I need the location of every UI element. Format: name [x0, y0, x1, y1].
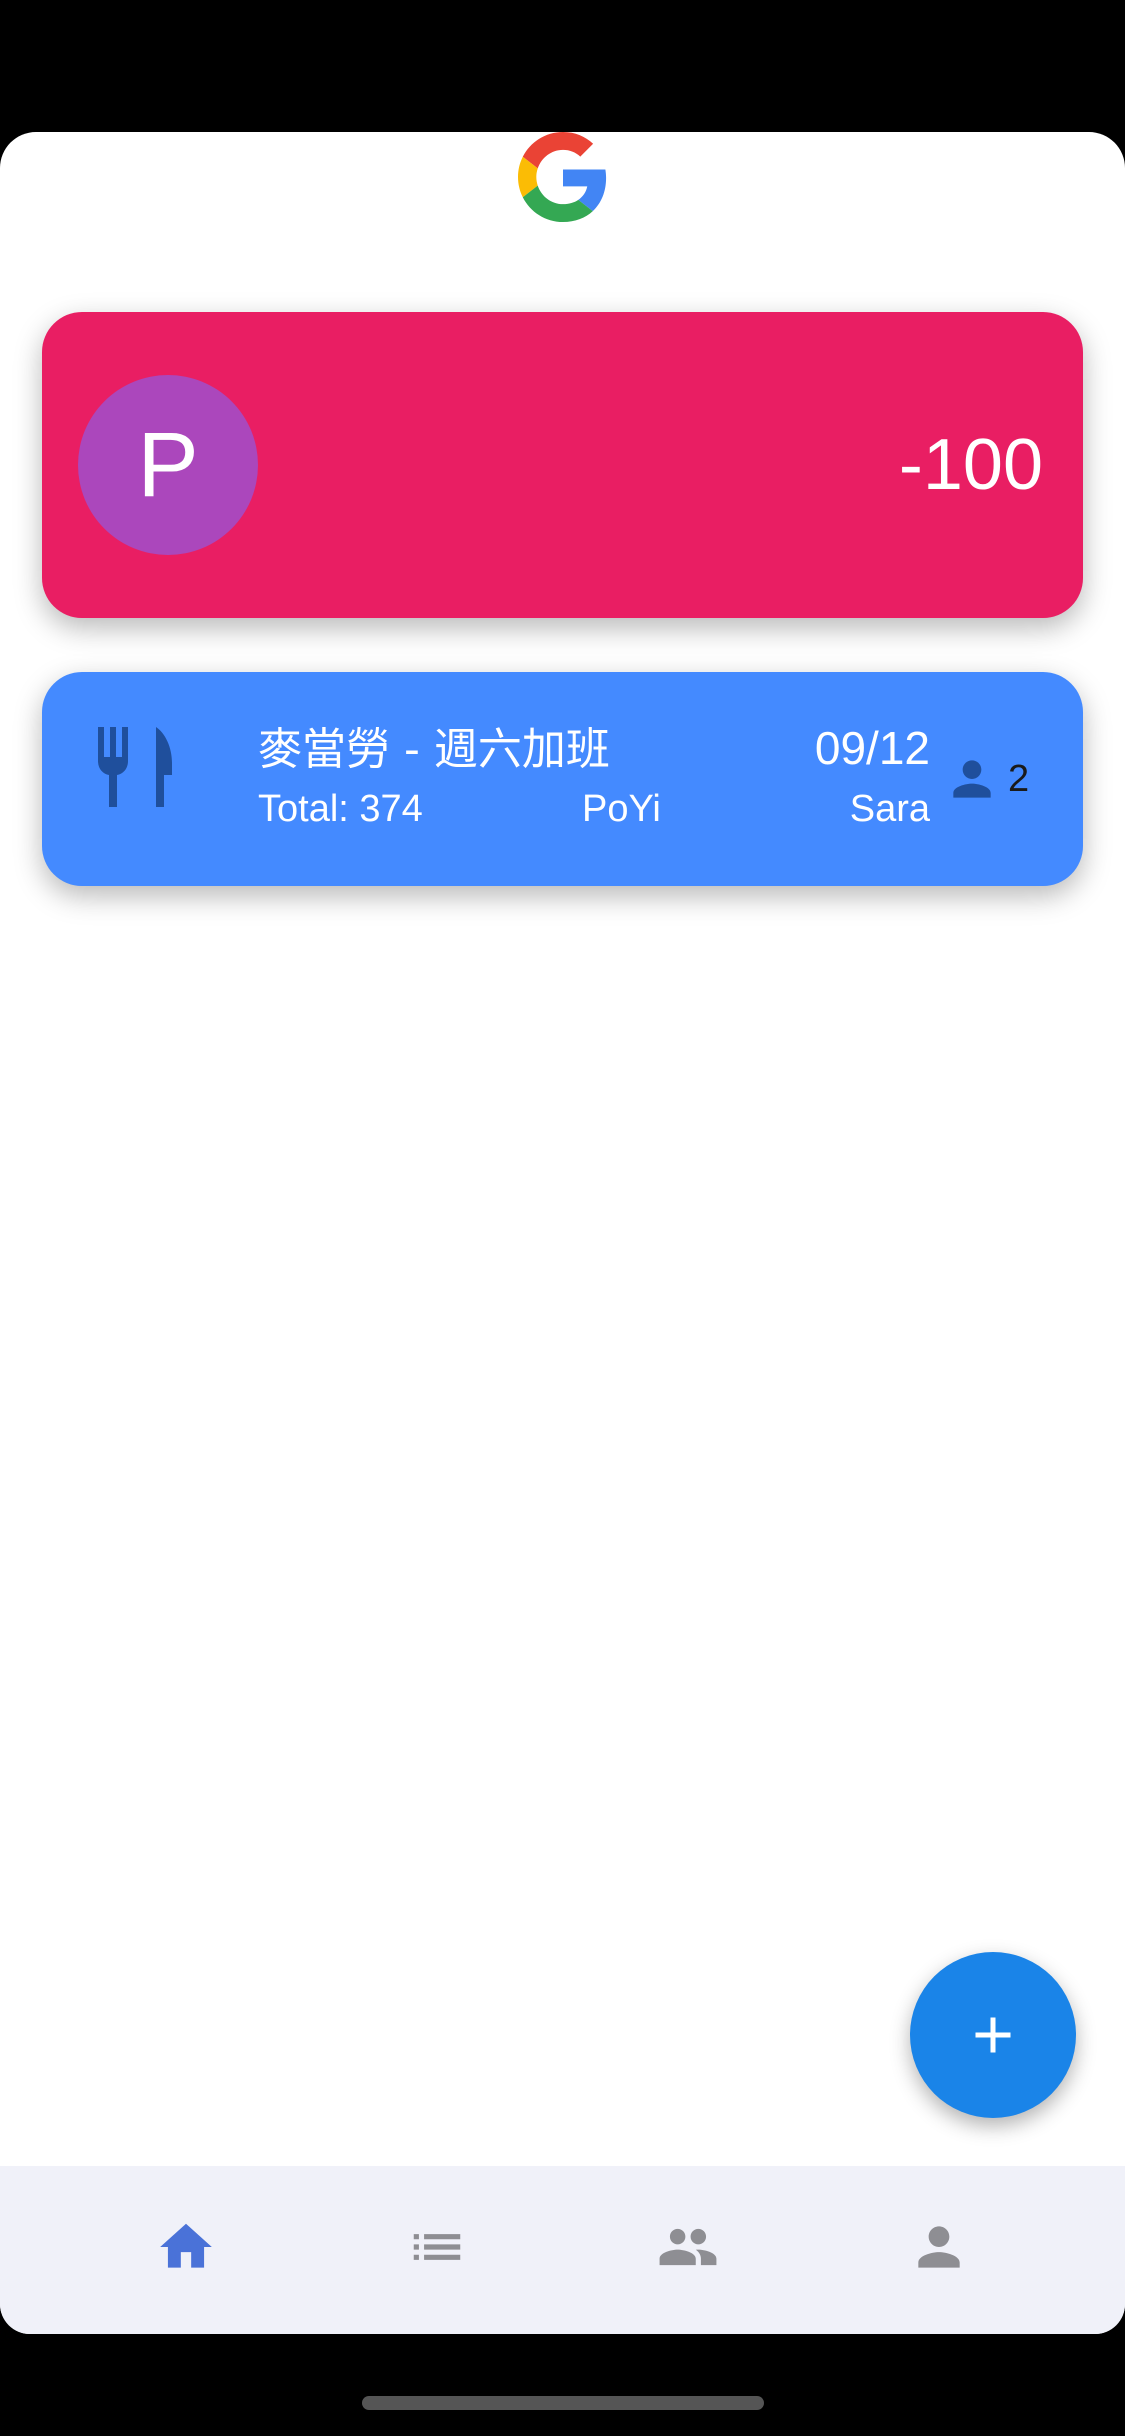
balance-amount: -100 — [898, 425, 1043, 505]
expense-date: 09/12 — [814, 722, 930, 774]
fork-knife-icon — [98, 727, 172, 807]
nav-home[interactable] — [60, 2166, 310, 2334]
participants-count: 2 — [1008, 758, 1030, 800]
expense-total: Total: 374 — [258, 788, 423, 830]
plus-icon — [975, 2017, 1011, 2053]
expense-card[interactable]: 麥當勞 - 週六加班 09/12 Total: 374 PoYi Sara 2 — [42, 672, 1083, 886]
person-icon — [918, 2226, 960, 2268]
home-indicator[interactable] — [362, 2396, 764, 2410]
expense-participant: Sara — [849, 788, 930, 830]
list-icon — [413, 2234, 461, 2260]
expense-payer: PoYi — [582, 788, 661, 830]
app-screen: P -100 麥當勞 - 週六加班 09/12 Total: 374 PoYi … — [0, 132, 1125, 2334]
avatar: P — [78, 375, 258, 555]
google-logo-icon — [518, 132, 607, 222]
balance-card[interactable]: P -100 — [42, 312, 1083, 618]
nav-profile[interactable] — [813, 2166, 1063, 2334]
nav-list[interactable] — [311, 2166, 561, 2334]
home-icon — [160, 2223, 212, 2268]
person-icon — [953, 760, 991, 798]
bottom-nav — [0, 2166, 1125, 2334]
group-icon — [659, 2228, 717, 2266]
add-expense-button[interactable] — [910, 1952, 1076, 2118]
nav-groups[interactable] — [562, 2166, 812, 2334]
expense-title: 麥當勞 - 週六加班 — [258, 724, 610, 775]
